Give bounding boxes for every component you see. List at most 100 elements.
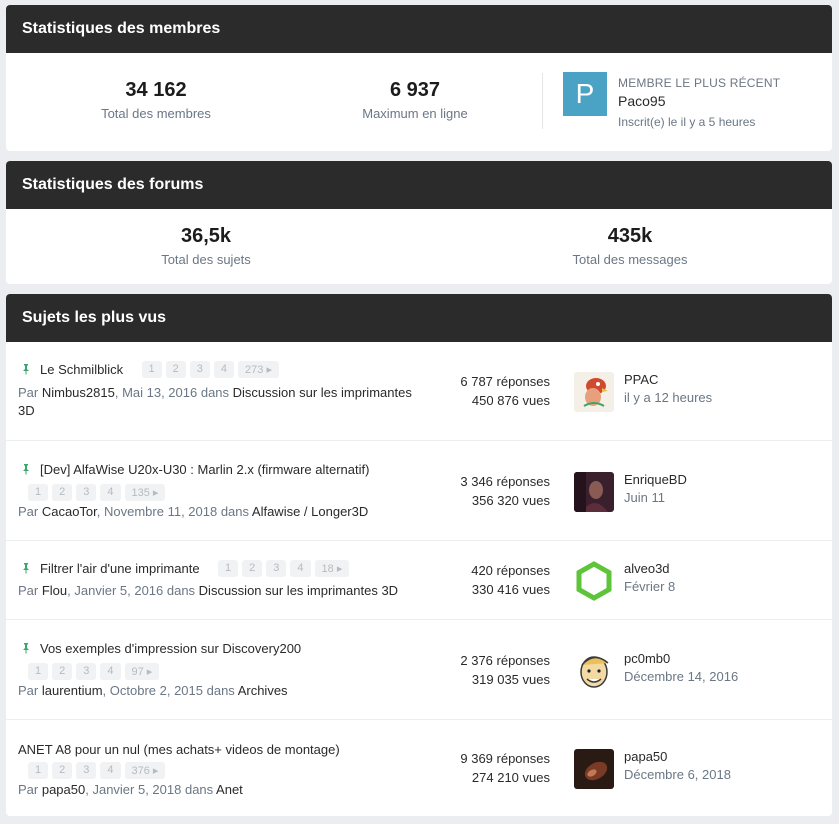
topic-counts: 6 787 réponses 450 876 vues [406,372,550,410]
last-post-time[interactable]: Juin 11 [624,490,665,505]
page-link[interactable]: 1 [28,663,49,680]
last-poster-name[interactable]: alveo3d [624,561,670,576]
page-link[interactable]: 4 [290,560,311,578]
max-online-label: Maximum en ligne [362,106,468,121]
last-poster-name[interactable]: EnriqueBD [624,472,687,487]
page-link[interactable]: 3 [76,663,97,680]
total-topics-value: 36,5k [180,225,232,247]
newest-member-joined: Inscrit(e) le il y a 5 heures [618,115,756,129]
photo-avatar-icon [574,749,614,789]
page-link-last[interactable]: 135 ▸ [124,484,166,501]
page-link[interactable]: 3 [76,762,97,779]
topic-counts: 3 346 réponses 356 320 vues [406,472,550,510]
pin-icon [23,643,29,654]
page-link[interactable]: 3 [76,484,97,501]
total-topics-label: Total des sujets [161,252,251,267]
most-viewed-title: Sujets les plus vus [6,294,832,342]
topic-author[interactable]: papa50 [42,782,85,797]
topic-forum[interactable]: Discussion sur les imprimantes [233,385,412,400]
last-poster-name[interactable]: papa50 [624,749,667,764]
page-link[interactable]: 2 [52,762,73,779]
total-topics-stat: 36,5k Total des sujets [146,225,266,267]
topic-pagination: 1 2 3 4 18 ▸ [218,560,350,578]
last-poster-avatar[interactable] [574,749,614,789]
topic-meta: Par CacaoTor, Novembre 11, 2018 dans Alf… [18,504,368,519]
page-link[interactable]: 2 [242,560,263,578]
topic-title[interactable]: Vos exemples d'impression sur Discovery2… [40,641,301,656]
page-link-last[interactable]: 18 ▸ [314,560,350,578]
topic-meta: Par laurentium, Octobre 2, 2015 dans Arc… [18,683,288,698]
topic-author[interactable]: laurentium [42,683,103,698]
last-post-time[interactable]: il y a 12 heures [624,390,712,405]
divider [542,73,543,129]
topic-forum-cont[interactable]: 3D [18,403,35,418]
page-link[interactable]: 4 [213,361,235,379]
view-count: 330 416 vues [471,582,550,597]
topic-meta: Par Flou, Janvier 5, 2016 dans Discussio… [18,583,398,598]
topic-forum[interactable]: Anet [216,782,243,797]
forum-stats-panel: Statistiques des forums 36,5k Total des … [6,161,832,284]
topic-counts: 9 369 réponses 274 210 vues [406,749,550,787]
page-link[interactable]: 2 [52,663,73,680]
photo-avatar-icon [574,472,614,512]
page-link[interactable]: 4 [100,663,121,680]
page-link[interactable]: 4 [100,762,121,779]
view-count: 319 035 vues [471,672,550,687]
last-poster-avatar[interactable] [574,651,614,691]
topic-date: , Novembre 11, 2018 dans [96,504,252,519]
topic-meta: Par papa50, Janvier 5, 2018 dans Anet [18,782,243,797]
page-link-last[interactable]: 273 ▸ [238,361,279,379]
newest-member-name[interactable]: Paco95 [618,93,665,109]
pin-icon [23,464,29,475]
topic-pagination: 1 2 3 4 135 ▸ [28,484,166,501]
page-link[interactable]: 1 [28,762,49,779]
topic-title[interactable]: Le Schmilblick [40,362,123,377]
total-posts-label: Total des messages [572,252,688,267]
page-link[interactable]: 2 [165,361,186,379]
vault-boy-avatar-icon [574,651,614,691]
topic-author[interactable]: CacaoTor [42,504,97,519]
page-link-last[interactable]: 376 ▸ [124,762,166,779]
last-poster-name[interactable]: pc0mb0 [624,651,670,666]
topic-title[interactable]: Filtrer l'air d'une imprimante [40,561,200,576]
topic-pagination: 1 2 3 4 273 ▸ [141,361,279,379]
reply-count: 6 787 réponses [460,374,550,389]
last-poster-avatar[interactable] [574,561,614,601]
by-label: Par [18,683,42,698]
topic-forum[interactable]: Alfawise / Longer3D [252,504,368,519]
last-post-time[interactable]: Décembre 14, 2016 [624,669,738,684]
last-poster-name[interactable]: PPAC [624,372,658,387]
topic-row: ANET A8 pour un nul (mes achats+ videos … [6,719,832,816]
pin-icon [23,364,29,375]
topic-row: [Dev] AlfaWise U20x-U30 : Marlin 2.x (fi… [6,440,832,540]
hexagon-avatar-icon [574,561,614,601]
topic-forum[interactable]: Archives [238,683,288,698]
topic-forum[interactable]: Discussion sur les imprimantes 3D [199,583,398,598]
total-members-value: 34 162 [125,79,187,101]
page-link[interactable]: 3 [189,361,210,379]
reply-count: 420 réponses [471,563,550,578]
page-link[interactable]: 1 [28,484,49,501]
page-link[interactable]: 4 [100,484,121,501]
total-members-label: Total des membres [101,106,211,121]
last-post-time[interactable]: Décembre 6, 2018 [624,767,731,782]
view-count: 450 876 vues [471,393,550,408]
last-poster-avatar[interactable] [574,372,614,412]
last-poster-avatar[interactable] [574,472,614,512]
last-post-time[interactable]: Février 8 [624,579,675,594]
page-link-last[interactable]: 97 ▸ [124,663,160,680]
topic-counts: 420 réponses 330 416 vues [406,561,550,599]
topic-title[interactable]: [Dev] AlfaWise U20x-U30 : Marlin 2.x (fi… [40,462,369,477]
topic-title[interactable]: ANET A8 pour un nul (mes achats+ videos … [18,742,340,757]
topic-meta: Par Nimbus2815, Mai 13, 2016 dans Discus… [18,384,438,420]
most-viewed-panel: Sujets les plus vus Le Schmilblick 1 2 3… [6,294,832,816]
page-link[interactable]: 2 [52,484,73,501]
page-link[interactable]: 3 [266,560,287,578]
by-label: Par [18,782,42,797]
page-link[interactable]: 1 [218,560,239,578]
topic-pagination: 1 2 3 4 376 ▸ [28,762,166,779]
page-link[interactable]: 1 [141,361,162,379]
topic-author[interactable]: Nimbus2815 [42,385,115,400]
topic-author[interactable]: Flou [42,583,67,598]
newest-member-avatar[interactable]: P [563,72,607,116]
